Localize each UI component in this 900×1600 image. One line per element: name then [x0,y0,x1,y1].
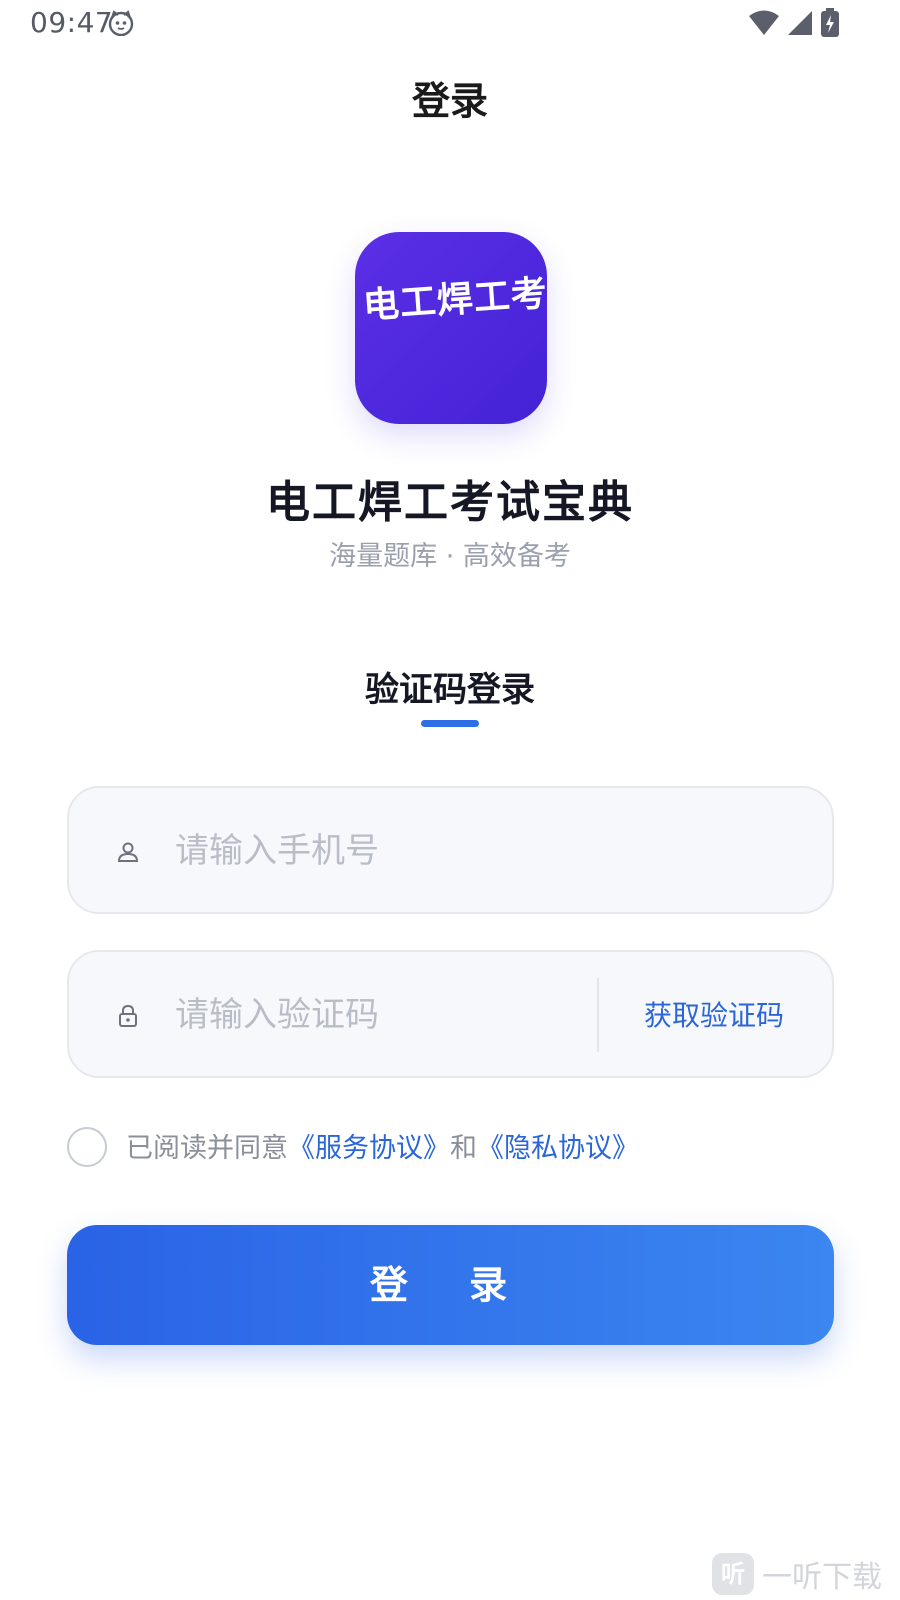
agree-checkbox[interactable] [67,1127,107,1167]
phone-input[interactable] [175,818,655,884]
get-code-button[interactable]: 获取验证码 [617,992,811,1040]
status-icons [748,8,840,42]
cell-signal-icon [786,9,814,41]
agreement-prefix: 已阅读并同意 [126,1133,288,1164]
app-slogan: 海量题库 · 高效备考 [329,541,571,572]
code-field: 获取验证码 [67,950,834,1078]
wifi-icon [748,9,780,41]
tab-indicator [421,720,479,727]
watermark-badge: 听 [712,1553,754,1595]
agreement-text: 已阅读并同意 《服务协议》 和 《隐私协议》 [126,1126,639,1165]
user-icon [116,840,140,864]
lock-icon [116,1004,140,1028]
status-bar: 09:47 [0,0,900,46]
privacy-policy-link[interactable]: 《隐私协议》 [477,1126,639,1165]
app-name: 电工焊工考试宝典 [266,477,634,528]
watermark: 听 一听下载 [712,1552,882,1596]
logo-text: 电工焊工考试宝典 [361,265,547,328]
app-logo: 电工焊工考试宝典 [355,232,547,424]
phone-field [67,786,834,914]
login-button[interactable]: 登 录 [67,1225,834,1345]
field-divider [597,978,599,1052]
agreement-conjunction: 和 [450,1133,477,1164]
code-input[interactable] [175,982,565,1048]
battery-charging-icon [820,8,840,42]
service-agreement-link[interactable]: 《服务协议》 [288,1126,450,1165]
login-page: 09:47 登录 电工焊工考试宝典 电工焊工考试宝典 海量题库 · 高效备考 验… [0,0,900,1600]
watermark-text: 一听下载 [762,1560,882,1595]
cat-face-icon [108,10,134,37]
tab-sms-login[interactable]: 验证码登录 [0,662,900,711]
status-time: 09:47 [30,6,114,39]
page-title: 登录 [411,79,488,123]
